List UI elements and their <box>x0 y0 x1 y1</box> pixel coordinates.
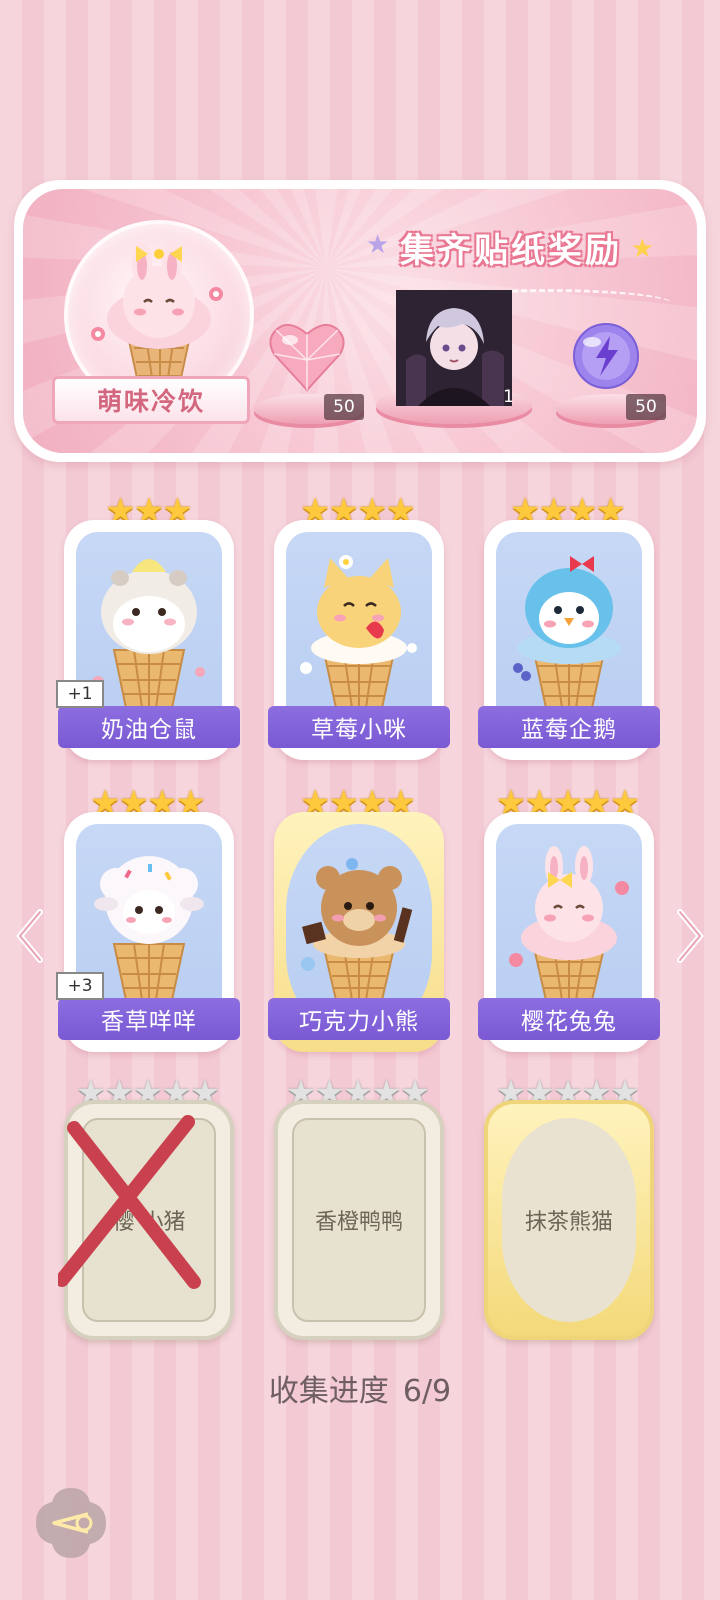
reward-count: 50 <box>324 394 364 420</box>
progress-value: 6/9 <box>402 1374 452 1409</box>
duplicate-count-badge: +1 <box>56 680 104 708</box>
locked-sticker-card[interactable]: 樱 小猪 <box>58 1100 234 1340</box>
collection-name: 萌味冷饮 <box>96 387 205 416</box>
sticker-label: 蓝莓企鹅 <box>478 706 660 748</box>
locked-sticker-card[interactable]: 香橙鸭鸭 <box>274 1100 444 1340</box>
reward-character-portrait[interactable]: 1 <box>376 280 532 424</box>
reward-banner: ★ 集齐贴纸奖励 ★ 萌味冷饮 50 1 50 <box>14 180 706 462</box>
sticker-label: 草莓小咪 <box>268 706 450 748</box>
collection-name-ribbon: 萌味冷饮 <box>39 376 263 424</box>
reward-count: 1 <box>503 387 514 407</box>
locked-sticker-card-gold[interactable]: 抹茶熊猫 <box>484 1100 654 1340</box>
sticker-name: 草莓小咪 <box>311 717 407 743</box>
sticker-name: 香草咩咩 <box>101 1009 197 1035</box>
banner-title-text: 集齐贴纸奖励 <box>400 230 622 271</box>
purple-star-icon: ★ <box>366 230 390 260</box>
sticker-label: 香草咩咩 <box>58 998 240 1040</box>
sticker-label: 樱花兔兔 <box>478 998 660 1040</box>
sticker-name: 抹茶熊猫 <box>524 1210 613 1235</box>
next-page-arrow-icon[interactable] <box>672 906 708 966</box>
duplicate-count-badge: +3 <box>56 972 104 1000</box>
banner-title: ★ 集齐贴纸奖励 ★ <box>366 216 654 278</box>
sticker-card-gold[interactable]: 巧克力小熊 <box>268 812 450 1052</box>
sticker-name: 蓝莓企鹅 <box>521 717 617 743</box>
sticker-name: 香橙鸭鸭 <box>314 1210 403 1235</box>
sticker-card[interactable]: 樱花兔兔 <box>478 812 660 1052</box>
sticker-name: 巧克力小熊 <box>299 1009 419 1035</box>
progress-label: 收集进度 <box>268 1374 389 1409</box>
purple-energy-orb-icon <box>573 323 639 389</box>
red-cross-icon <box>58 1115 201 1289</box>
sticker-label: 奶油仓鼠 <box>58 706 240 748</box>
character-portrait-icon <box>396 290 512 406</box>
sticker-card[interactable]: 蓝莓企鹅 <box>478 520 660 760</box>
reward-count: 50 <box>626 394 666 420</box>
sticker-name: 奶油仓鼠 <box>101 717 197 743</box>
yellow-star-icon: ★ <box>630 234 654 264</box>
back-button[interactable] <box>32 1484 110 1562</box>
sticker-label: 巧克力小熊 <box>268 998 450 1040</box>
sticker-card[interactable]: 草莓小咪 <box>268 520 450 760</box>
collection-progress: 收集进度 6/9 <box>0 1366 720 1410</box>
sticker-card[interactable]: 香草咩咩 +3 <box>56 812 240 1052</box>
reward-energy-orb[interactable]: 50 <box>556 320 666 424</box>
sticker-card[interactable]: 奶油仓鼠 +1 <box>56 520 240 760</box>
sticker-name: 樱花兔兔 <box>521 1009 617 1035</box>
reward-heart-gem[interactable]: 50 <box>254 320 364 424</box>
previous-page-arrow-icon[interactable] <box>12 906 48 966</box>
pink-heart-gem-icon <box>269 323 345 392</box>
